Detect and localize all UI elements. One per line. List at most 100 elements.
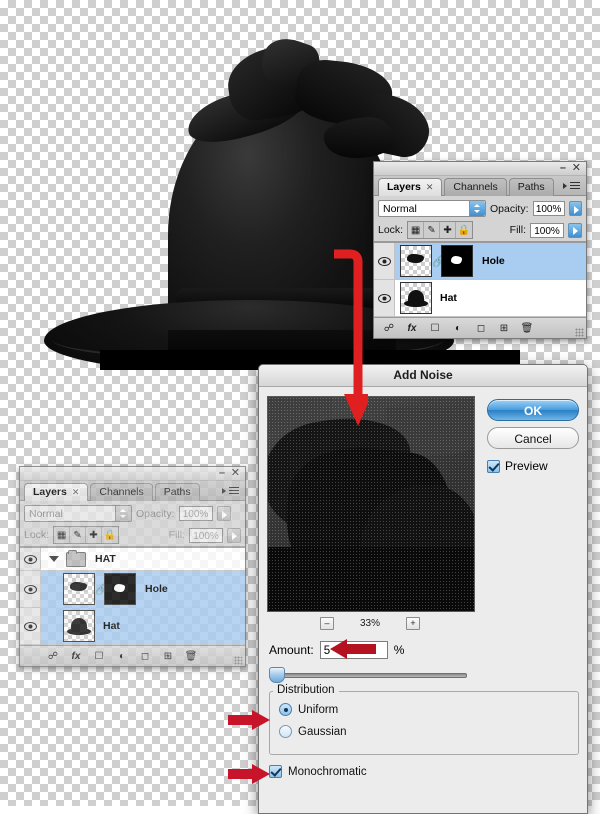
opacity-input[interactable]: 100% (532, 201, 565, 216)
layer-visibility-toggle[interactable] (20, 608, 41, 644)
lock-all-icon[interactable]: 🔒 (456, 222, 472, 238)
lock-position-icon[interactable]: ✚ (86, 527, 103, 543)
fill-slider-arrow-icon[interactable] (227, 527, 241, 543)
preview-checkbox[interactable] (487, 459, 500, 473)
blend-mode-select[interactable]: Normal (378, 200, 486, 217)
mask-link-icon[interactable]: 🔗 (95, 583, 109, 596)
layer-mask-thumbnail[interactable] (441, 245, 473, 277)
delete-layer-icon[interactable]: 🗑 (517, 320, 537, 336)
layers-panel-footer[interactable]: ☍ fx ☐ ◐ ◻ ⊞ 🗑 (20, 645, 245, 666)
mask-link-icon[interactable]: 🔗 (432, 255, 446, 268)
close-icon[interactable]: ✕ (572, 163, 581, 174)
chevron-down-icon[interactable] (49, 556, 59, 562)
minimize-icon[interactable]: – (560, 163, 566, 174)
lock-image-icon[interactable]: ✎ (424, 222, 441, 238)
lock-position-icon[interactable]: ✚ (440, 222, 457, 238)
fill-input[interactable]: 100% (530, 222, 564, 238)
link-layers-icon[interactable]: ☍ (43, 648, 63, 664)
lock-transparency-icon[interactable]: ▦ (54, 527, 71, 543)
amount-input[interactable]: 5 (319, 641, 388, 659)
eye-icon[interactable] (23, 584, 37, 594)
tab-paths[interactable]: Paths (508, 178, 554, 196)
new-layer-icon[interactable]: ⊞ (494, 320, 514, 336)
panel-tabs[interactable]: Layers ✕ Channels Paths (374, 176, 586, 196)
chevron-updown-icon[interactable] (469, 201, 485, 216)
add-mask-icon[interactable]: ☐ (89, 648, 109, 664)
layer-style-icon[interactable]: fx (402, 320, 422, 336)
fill-input[interactable]: 100% (189, 527, 223, 543)
close-icon[interactable]: ✕ (231, 468, 240, 479)
amount-slider[interactable] (269, 667, 469, 683)
monochromatic-checkbox[interactable] (269, 765, 282, 778)
layers-panel-footer[interactable]: ☍ fx ☐ ◐ ◻ ⊞ 🗑 (374, 317, 586, 338)
lock-row[interactable]: Lock: ▦ ✎ ✚ 🔒 Fill: 100% (374, 219, 586, 242)
tab-layers[interactable]: Layers ✕ (24, 483, 89, 501)
panel-tabs[interactable]: Layers ✕ Channels Paths (20, 481, 245, 501)
opacity-slider-arrow-icon[interactable] (568, 201, 582, 216)
blend-mode-row[interactable]: Normal Opacity: 100% (20, 501, 245, 524)
resize-grip[interactable] (234, 656, 243, 665)
layer-thumbnail[interactable] (63, 573, 95, 605)
layer-thumbnail[interactable] (400, 282, 432, 314)
panel-titlebar[interactable]: – ✕ (374, 162, 586, 176)
preview-checkbox-row[interactable]: Preview (487, 459, 548, 473)
radio-gaussian-button[interactable] (279, 725, 292, 738)
table-row[interactable]: 🔗 Hole (374, 243, 586, 280)
tab-close-icon[interactable]: ✕ (72, 487, 80, 497)
layer-visibility-toggle[interactable] (20, 571, 41, 607)
slider-track[interactable] (275, 673, 467, 678)
layer-visibility-toggle[interactable] (374, 243, 395, 279)
layer-group-row[interactable]: HAT (20, 548, 245, 571)
panel-titlebar[interactable]: – ✕ (20, 467, 245, 481)
ok-button[interactable]: OK (487, 399, 579, 421)
table-row[interactable]: Hat (20, 608, 245, 645)
lock-transparency-icon[interactable]: ▦ (408, 222, 425, 238)
link-layers-icon[interactable]: ☍ (379, 320, 399, 336)
tab-layers[interactable]: Layers ✕ (378, 178, 443, 196)
radio-uniform[interactable]: Uniform (279, 703, 338, 716)
layer-list[interactable]: HAT 🔗 Hole Hat (20, 547, 245, 645)
zoom-in-button[interactable]: + (406, 616, 420, 630)
blend-mode-select[interactable]: Normal (24, 505, 132, 522)
delete-layer-icon[interactable]: 🗑 (181, 648, 201, 664)
add-noise-dialog[interactable]: Add Noise – 33% + OK Cancel Preview Amou… (258, 364, 588, 814)
tab-close-icon[interactable]: ✕ (426, 182, 434, 192)
tab-channels[interactable]: Channels (444, 178, 507, 196)
layer-style-icon[interactable]: fx (66, 648, 86, 664)
new-group-icon[interactable]: ◻ (135, 648, 155, 664)
chevron-updown-icon[interactable] (115, 506, 131, 521)
filter-preview[interactable] (267, 396, 475, 612)
preview-zoom-controls[interactable]: – 33% + (267, 615, 473, 631)
opacity-slider-arrow-icon[interactable] (216, 506, 231, 521)
fill-slider-arrow-icon[interactable] (568, 222, 582, 238)
layer-visibility-toggle[interactable] (374, 280, 395, 316)
zoom-out-button[interactable]: – (319, 616, 334, 630)
layer-thumbnail[interactable] (400, 245, 432, 277)
radio-uniform-button[interactable] (279, 703, 292, 716)
layers-panel-top[interactable]: – ✕ Layers ✕ Channels Paths Normal Opacit… (373, 161, 587, 339)
layer-mask-thumbnail[interactable] (104, 573, 136, 605)
lock-buttons[interactable]: ▦ ✎ ✚ 🔒 (53, 526, 120, 544)
new-group-icon[interactable]: ◻ (471, 320, 491, 336)
group-visibility-toggle[interactable] (20, 548, 41, 570)
monochromatic-row[interactable]: Monochromatic (269, 765, 367, 778)
lock-all-icon[interactable]: 🔒 (102, 527, 118, 543)
resize-grip[interactable] (575, 328, 584, 337)
slider-knob[interactable] (269, 667, 285, 683)
lock-row[interactable]: Lock: ▦ ✎ ✚ 🔒 Fill: 100% (20, 524, 245, 547)
table-row[interactable]: 🔗 Hole (20, 571, 245, 608)
panel-menu-icon[interactable] (222, 485, 241, 498)
lock-buttons[interactable]: ▦ ✎ ✚ 🔒 (407, 221, 474, 239)
eye-icon[interactable] (377, 256, 391, 266)
tab-channels[interactable]: Channels (90, 483, 153, 501)
layers-panel-bottom[interactable]: – ✕ Layers ✕ Channels Paths Normal Opacit… (19, 466, 246, 667)
table-row[interactable]: Hat (374, 280, 586, 317)
lock-image-icon[interactable]: ✎ (70, 527, 87, 543)
blend-mode-row[interactable]: Normal Opacity: 100% (374, 196, 586, 219)
adjustment-layer-icon[interactable]: ◐ (112, 648, 132, 664)
adjustment-layer-icon[interactable]: ◐ (448, 320, 468, 336)
new-layer-icon[interactable]: ⊞ (158, 648, 178, 664)
add-mask-icon[interactable]: ☐ (425, 320, 445, 336)
layer-list[interactable]: 🔗 Hole Hat (374, 242, 586, 317)
panel-menu-icon[interactable] (563, 180, 582, 193)
